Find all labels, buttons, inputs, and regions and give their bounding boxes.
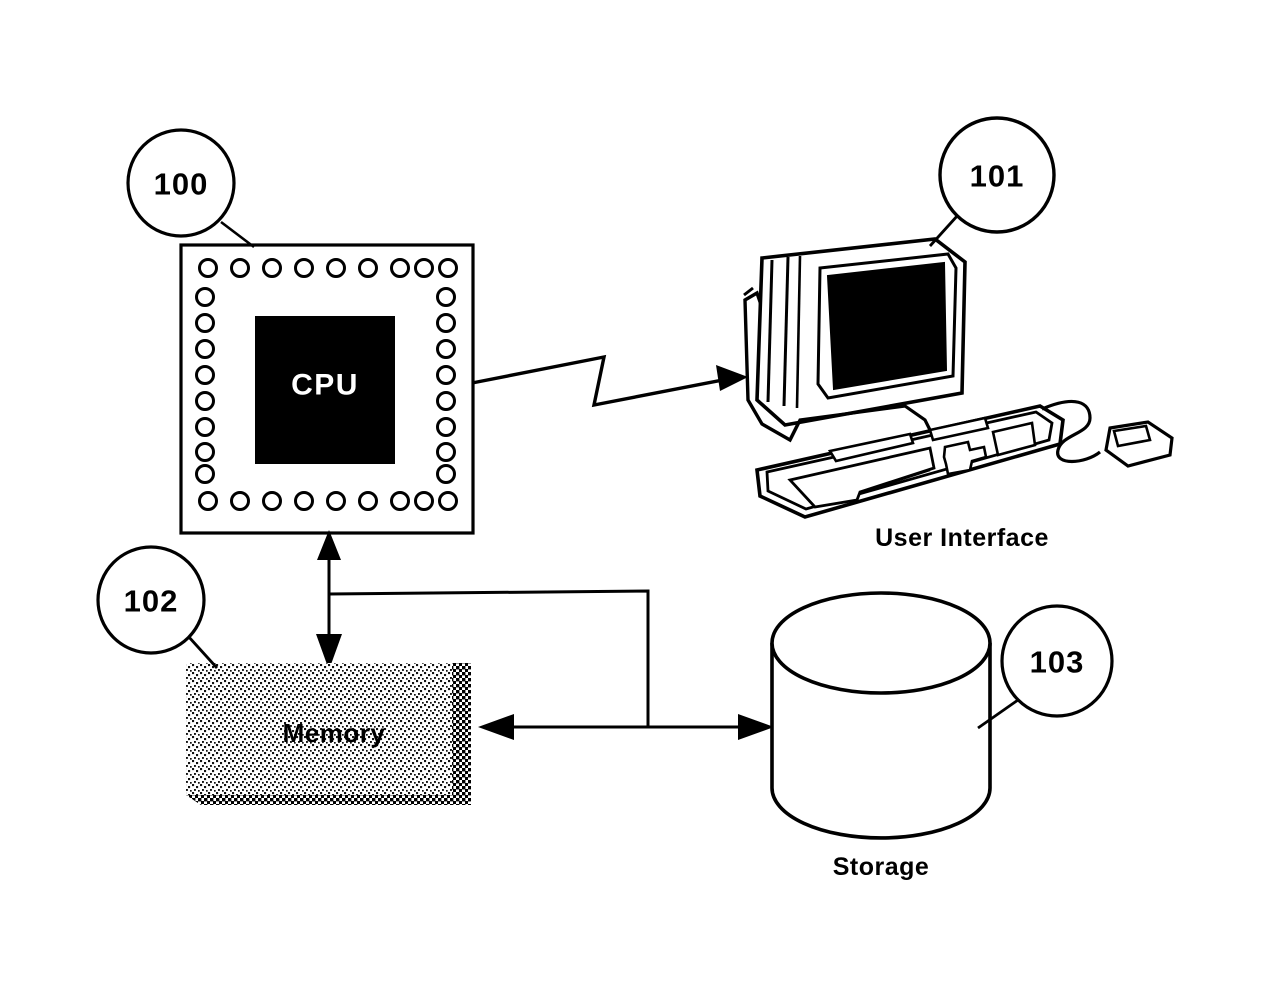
leader-line-101 bbox=[928, 214, 960, 247]
storage-label: Storage bbox=[833, 853, 930, 881]
cpu-pins-top bbox=[198, 258, 458, 278]
memory-bottom-edge bbox=[186, 795, 471, 805]
reference-callout-103: 103 bbox=[977, 604, 1114, 730]
storage-top-ellipse bbox=[770, 591, 992, 695]
patent-figure: CPU 100 User Interface 101 Memory 102 St… bbox=[0, 0, 1265, 1002]
mouse bbox=[1104, 420, 1174, 468]
monitor-screen bbox=[826, 261, 948, 391]
callout-number-100: 100 bbox=[154, 167, 209, 202]
memory-block: Memory bbox=[186, 663, 471, 805]
figure-canvas: CPU 100 User Interface 101 Memory 102 St… bbox=[96, 116, 1174, 881]
callout-number-102: 102 bbox=[124, 584, 179, 619]
monitor bbox=[743, 237, 967, 443]
memory-storage-arrowhead-left bbox=[478, 714, 514, 740]
user-interface-label: User Interface bbox=[875, 524, 1049, 552]
cpu-pins-bottom bbox=[198, 491, 458, 511]
cpu-chip: CPU bbox=[179, 243, 475, 535]
cpu-ui-zigzag-line bbox=[471, 354, 734, 408]
cpu-label: CPU bbox=[291, 369, 359, 402]
storage-cylinder: Storage bbox=[770, 591, 992, 881]
reference-callout-101: 101 bbox=[928, 116, 1056, 247]
keyboard-arrow-cluster bbox=[942, 440, 988, 476]
reference-callout-100: 100 bbox=[126, 128, 255, 249]
memory-right-edge bbox=[452, 663, 471, 795]
leader-line-100 bbox=[220, 220, 255, 249]
callout-number-101: 101 bbox=[970, 159, 1025, 194]
connection-cpu-to-memory bbox=[316, 530, 342, 670]
reference-callout-102: 102 bbox=[96, 545, 219, 669]
memory-storage-arrowhead-right bbox=[738, 714, 774, 740]
connection-memory-to-storage bbox=[478, 714, 774, 740]
connection-cpu-to-user-interface bbox=[471, 354, 748, 408]
cpu-ui-arrowhead bbox=[716, 365, 748, 391]
monitor-vent-line bbox=[743, 286, 754, 297]
callout-number-103: 103 bbox=[1030, 645, 1085, 680]
memory-label: Memory bbox=[283, 718, 386, 748]
user-interface: User Interface bbox=[743, 237, 1174, 552]
